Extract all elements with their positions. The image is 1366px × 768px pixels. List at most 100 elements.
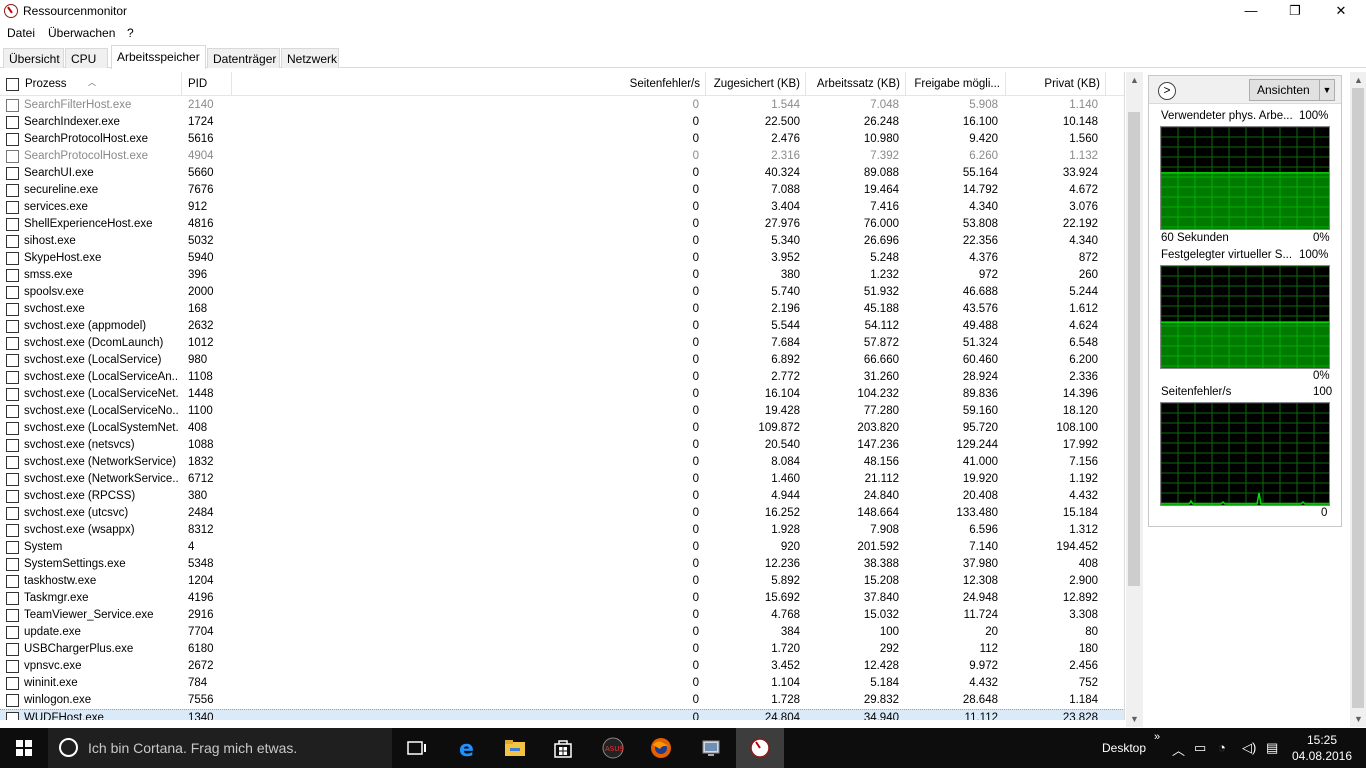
panel-scrollbar[interactable]: ▲ ▼: [1350, 72, 1366, 727]
column-arbeitssatz[interactable]: Arbeitssatz (KB): [806, 72, 906, 96]
scroll-down-icon[interactable]: ▼: [1126, 711, 1143, 727]
row-checkbox[interactable]: [6, 660, 19, 673]
table-row[interactable]: ShellExperienceHost.exe 4816 0 27.976 76.000…: [0, 216, 1124, 233]
column-freigabe[interactable]: Freigabe mögli...: [906, 72, 1006, 96]
maximize-button[interactable]: ❐: [1272, 0, 1318, 22]
power-icon[interactable]: ▭: [1194, 740, 1206, 756]
table-row[interactable]: svchost.exe (netsvcs) 1088 0 20.540 147.236 1…: [0, 437, 1124, 454]
table-row[interactable]: SearchUI.exe 5660 0 40.324 89.088 55.164 33.92…: [0, 165, 1124, 182]
menu-help[interactable]: ?: [127, 26, 134, 40]
row-checkbox[interactable]: [6, 303, 19, 316]
table-row[interactable]: spoolsv.exe 2000 0 5.740 51.932 46.688 5.244: [0, 284, 1124, 301]
network-icon[interactable]: ◔: [1218, 740, 1226, 755]
row-checkbox[interactable]: [6, 320, 19, 333]
table-row[interactable]: svchost.exe (LocalServiceNo... 1100 0 19.42…: [0, 403, 1124, 420]
table-row[interactable]: svchost.exe (NetworkService... 6712 0 1.460…: [0, 471, 1124, 488]
table-row[interactable]: svchost.exe 168 0 2.196 45.188 43.576 1.612: [0, 301, 1124, 318]
row-checkbox[interactable]: [6, 133, 19, 146]
table-row[interactable]: svchost.exe (LocalSystemNet... 408 0 109.87…: [0, 420, 1124, 437]
task-view-button[interactable]: [392, 728, 440, 768]
table-row[interactable]: vpnsvc.exe 2672 0 3.452 12.428 9.972 2.456: [0, 658, 1124, 675]
table-row[interactable]: svchost.exe (RPCSS) 380 0 4.944 24.840 20.408…: [0, 488, 1124, 505]
table-row[interactable]: wininit.exe 784 0 1.104 5.184 4.432 752: [0, 675, 1124, 692]
row-checkbox[interactable]: [6, 643, 19, 656]
table-row[interactable]: SearchProtocolHost.exe 4904 0 2.316 7.392 6.2…: [0, 148, 1124, 165]
start-button[interactable]: [0, 728, 48, 768]
row-checkbox[interactable]: [6, 167, 19, 180]
row-checkbox[interactable]: [6, 269, 19, 282]
menu-ueberwachen[interactable]: Überwachen: [48, 26, 115, 40]
row-checkbox[interactable]: [6, 286, 19, 299]
table-row[interactable]: update.exe 7704 0 384 100 20 80: [0, 624, 1124, 641]
table-row[interactable]: smss.exe 396 0 380 1.232 972 260: [0, 267, 1124, 284]
row-checkbox[interactable]: [6, 609, 19, 622]
row-checkbox[interactable]: [6, 405, 19, 418]
collapse-panel-icon[interactable]: >: [1158, 82, 1176, 100]
row-checkbox[interactable]: [6, 99, 19, 112]
row-checkbox[interactable]: [6, 541, 19, 554]
table-row[interactable]: SearchIndexer.exe 1724 0 22.500 26.248 16.100…: [0, 114, 1124, 131]
column-seitenfehler[interactable]: Seitenfehler/s: [232, 72, 706, 96]
table-row[interactable]: SearchProtocolHost.exe 5616 0 2.476 10.980 9.…: [0, 131, 1124, 148]
row-checkbox[interactable]: [6, 150, 19, 163]
row-checkbox[interactable]: [6, 422, 19, 435]
column-privat[interactable]: Privat (KB): [1006, 72, 1106, 96]
edge-button[interactable]: e: [442, 728, 490, 768]
views-button[interactable]: Ansichten ▼: [1249, 79, 1335, 101]
row-checkbox[interactable]: [6, 626, 19, 639]
table-row[interactable]: SystemSettings.exe 5348 0 12.236 38.388 37.98…: [0, 556, 1124, 573]
close-button[interactable]: ✕: [1318, 0, 1364, 22]
row-checkbox[interactable]: [6, 371, 19, 384]
row-checkbox[interactable]: [6, 694, 19, 707]
row-checkbox[interactable]: [6, 558, 19, 571]
table-row[interactable]: svchost.exe (appmodel) 2632 0 5.544 54.112 49…: [0, 318, 1124, 335]
clock[interactable]: 15:25 04.08.2016: [1290, 732, 1354, 764]
column-pid[interactable]: PID: [182, 72, 232, 96]
row-checkbox[interactable]: [6, 235, 19, 248]
minimize-button[interactable]: —: [1228, 0, 1274, 22]
table-row[interactable]: SearchFilterHost.exe 2140 0 1.544 7.048 5.908…: [0, 97, 1124, 114]
tab-arbeitsspeicher[interactable]: Arbeitsspeicher: [111, 45, 206, 69]
row-checkbox[interactable]: [6, 677, 19, 690]
column-zugesichert[interactable]: Zugesichert (KB): [706, 72, 806, 96]
row-checkbox[interactable]: [6, 490, 19, 503]
cortana-search[interactable]: Ich bin Cortana. Frag mich etwas.: [48, 728, 392, 768]
row-checkbox[interactable]: [6, 575, 19, 588]
table-row[interactable]: winlogon.exe 7556 0 1.728 29.832 28.648 1.184: [0, 692, 1124, 709]
row-checkbox[interactable]: [6, 439, 19, 452]
row-checkbox[interactable]: [6, 337, 19, 350]
scroll-up-icon[interactable]: ▲: [1126, 72, 1143, 88]
show-hidden-icons-icon[interactable]: ︿: [1172, 740, 1185, 759]
row-checkbox[interactable]: [6, 201, 19, 214]
notifications-icon[interactable]: ▤: [1266, 740, 1278, 756]
column-prozess[interactable]: ︿ Prozess: [0, 72, 182, 96]
tab-datentraeger[interactable]: Datenträger: [207, 48, 280, 68]
table-row[interactable]: svchost.exe (LocalServiceNet... 1448 0 16.1…: [0, 386, 1124, 403]
table-row[interactable]: svchost.exe (LocalServiceAn... 1108 0 2.772…: [0, 369, 1124, 386]
tab-netzwerk[interactable]: Netzwerk: [281, 48, 339, 68]
firefox-button[interactable]: [636, 728, 684, 768]
table-row[interactable]: svchost.exe (utcsvc) 2484 0 16.252 148.664 13…: [0, 505, 1124, 522]
table-row[interactable]: services.exe 912 0 3.404 7.416 4.340 3.076: [0, 199, 1124, 216]
table-row[interactable]: TeamViewer_Service.exe 2916 0 4.768 15.032 11…: [0, 607, 1124, 624]
row-checkbox[interactable]: [6, 184, 19, 197]
row-checkbox[interactable]: [6, 218, 19, 231]
row-checkbox[interactable]: [6, 712, 19, 720]
toolbar-expand-icon[interactable]: »: [1154, 731, 1160, 743]
panel-scroll-up-icon[interactable]: ▲: [1350, 72, 1366, 88]
select-all-checkbox[interactable]: [6, 78, 19, 91]
row-checkbox[interactable]: [6, 456, 19, 469]
desktop-toolbar[interactable]: Desktop: [1102, 741, 1146, 755]
panel-scroll-down-icon[interactable]: ▼: [1350, 711, 1366, 727]
explorer-button[interactable]: [490, 728, 538, 768]
panel-scroll-thumb[interactable]: [1352, 88, 1364, 708]
table-row[interactable]: svchost.exe (DcomLaunch) 1012 0 7.684 57.872…: [0, 335, 1124, 352]
dropdown-arrow-icon[interactable]: ▼: [1319, 80, 1334, 100]
store-button[interactable]: [538, 728, 586, 768]
tab-uebersicht[interactable]: Übersicht: [3, 48, 64, 68]
remote-app-button[interactable]: [686, 728, 734, 768]
table-row[interactable]: taskhostw.exe 1204 0 5.892 15.208 12.308 2.900: [0, 573, 1124, 590]
row-checkbox[interactable]: [6, 354, 19, 367]
scroll-thumb[interactable]: [1128, 112, 1140, 586]
row-checkbox[interactable]: [6, 592, 19, 605]
